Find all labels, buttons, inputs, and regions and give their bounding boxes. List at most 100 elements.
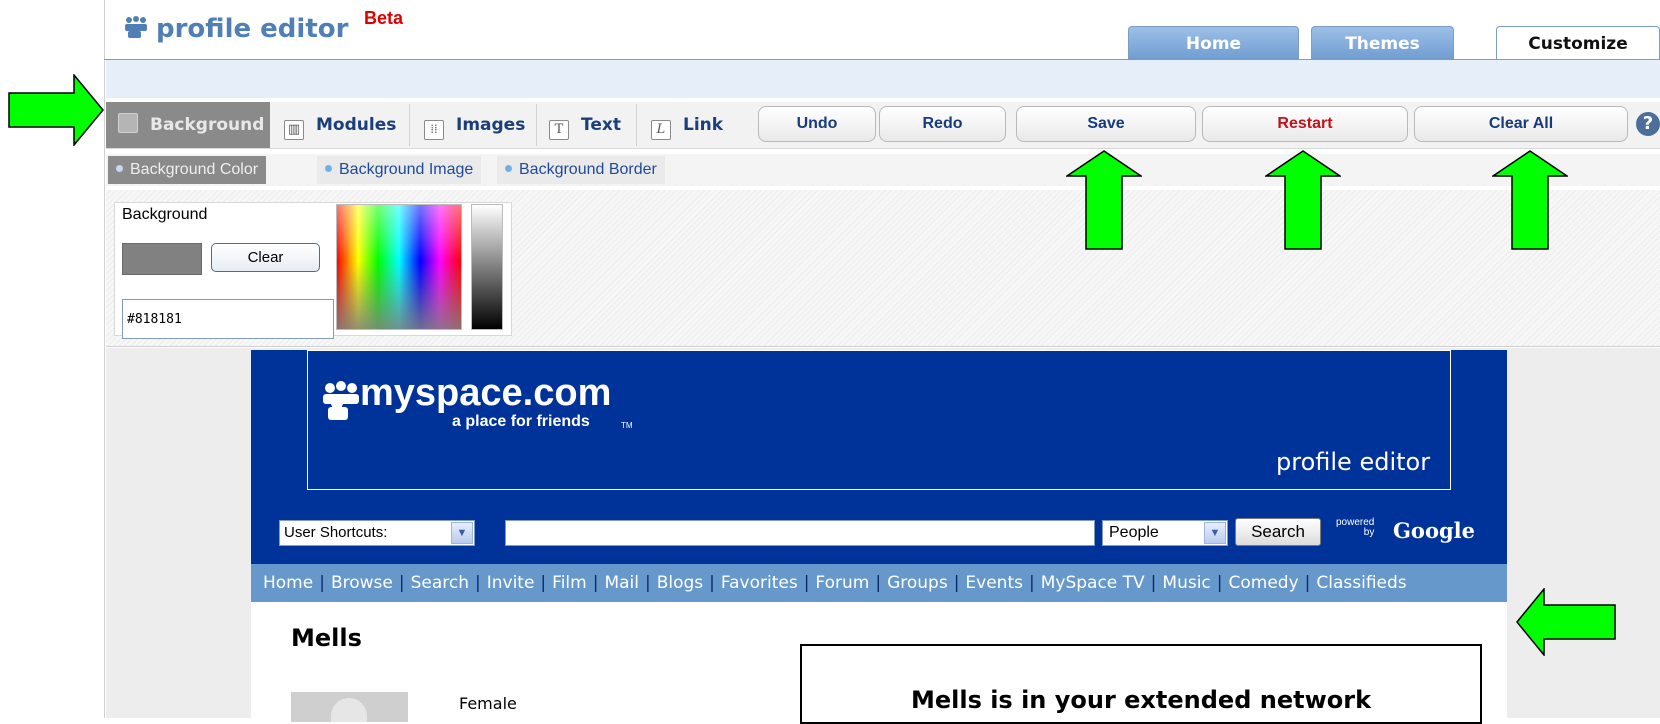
nav-link-browse[interactable]: Browse [331, 573, 393, 593]
nav-link-invite[interactable]: Invite [487, 573, 535, 593]
profile-name: Mells [291, 624, 362, 652]
app-title: profile editor [124, 14, 348, 45]
nav-link-favorites[interactable]: Favorites [721, 573, 798, 593]
header-band [106, 60, 1660, 98]
undo-button[interactable]: Undo [758, 106, 876, 142]
tab-customize[interactable]: Customize [1496, 26, 1660, 61]
avatar-silhouette [331, 698, 367, 722]
nav-separator: | [540, 573, 547, 593]
app-title-text: profile editor [156, 14, 349, 44]
search-button[interactable]: Search [1235, 518, 1321, 546]
myspace-logo-icon [322, 381, 362, 425]
nav-separator: | [1028, 573, 1035, 593]
subtab-background-border[interactable]: Background Border [497, 156, 665, 184]
tooltab-modules[interactable]: ▥ Modules [284, 102, 396, 148]
search-scope-value: People [1109, 524, 1159, 541]
nav-link-myspace-tv[interactable]: MySpace TV [1041, 573, 1145, 593]
up-arrow-icon [1066, 150, 1142, 250]
myspace-tagline: a place for friends [452, 413, 590, 430]
myspace-logo-text: myspace.com [360, 372, 612, 414]
beta-badge: Beta [364, 8, 404, 28]
up-arrow-icon [1265, 150, 1341, 250]
nav-separator: | [644, 573, 651, 593]
up-arrow-icon [1492, 150, 1568, 250]
color-spectrum-picker[interactable] [336, 204, 462, 330]
toolbar-separator [409, 104, 410, 146]
nav-link-search[interactable]: Search [411, 573, 469, 593]
tooltab-images[interactable]: ⁞⁞ Images [424, 102, 525, 148]
hex-color-input[interactable] [122, 299, 334, 339]
nav-separator: | [709, 573, 715, 593]
link-icon: L [651, 120, 671, 140]
subtab-label: Background Color [130, 161, 259, 178]
help-icon[interactable]: ? [1636, 112, 1660, 136]
nav-link-home[interactable]: Home [263, 573, 313, 593]
brightness-slider[interactable] [471, 204, 503, 330]
save-button[interactable]: Save [1016, 106, 1196, 142]
profile-gender: Female [459, 694, 517, 713]
color-swatch[interactable] [122, 243, 202, 275]
user-shortcuts-label: User Shortcuts: [284, 524, 388, 541]
chevron-down-icon: ▼ [451, 522, 473, 544]
tab-home[interactable]: Home [1128, 26, 1299, 60]
tooltab-link[interactable]: L Link [651, 102, 723, 148]
nav-link-film[interactable]: Film [552, 573, 587, 593]
nav-separator: | [398, 573, 405, 593]
tab-themes[interactable]: Themes [1311, 26, 1454, 60]
banner-profile-editor-label: profile editor [1276, 448, 1431, 476]
google-logo: Google [1393, 518, 1475, 543]
nav-separator: | [1304, 573, 1311, 593]
spectrum-shade [337, 205, 461, 329]
restart-button[interactable]: Restart [1202, 106, 1408, 142]
left-arrow-icon [1516, 588, 1616, 656]
text-icon: T [549, 120, 569, 140]
user-shortcuts-select[interactable]: User Shortcuts: ▼ [279, 520, 475, 546]
background-icon [118, 113, 138, 133]
redo-button[interactable]: Redo [879, 106, 1006, 142]
nav-separator: | [875, 573, 882, 593]
nav-separator: | [592, 573, 599, 593]
toolbar-separator [536, 104, 537, 146]
nav-link-blogs[interactable]: Blogs [657, 573, 703, 593]
search-scope-select[interactable]: People ▼ [1102, 520, 1228, 546]
nav-link-classifieds[interactable]: Classifieds [1316, 573, 1406, 593]
nav-link-music[interactable]: Music [1162, 573, 1210, 593]
tooltab-background[interactable]: Background [106, 102, 270, 148]
people-icon [124, 15, 148, 45]
search-input[interactable] [505, 520, 1095, 546]
nav-separator: | [1216, 573, 1223, 593]
tooltab-link-label: Link [683, 115, 724, 135]
extended-network-message: Mells is in your extended network [910, 686, 1372, 714]
tooltab-text[interactable]: T Text [549, 102, 621, 148]
tooltab-text-label: Text [581, 115, 621, 135]
bullet-icon [116, 165, 123, 172]
nav-link-groups[interactable]: Groups [887, 573, 948, 593]
nav-link-mail[interactable]: Mail [604, 573, 639, 593]
by-text: by [1363, 527, 1375, 538]
tooltab-background-label: Background [150, 115, 265, 135]
subtab-background-color[interactable]: Background Color [108, 156, 267, 184]
tooltab-images-label: Images [456, 115, 526, 135]
subtab-label: Background Border [519, 161, 657, 178]
myspace-nav-links: Home | Browse | Search | Invite | Film | Mail | Blog… [263, 564, 1407, 602]
page-gutter-divider [104, 0, 105, 718]
tooltab-modules-label: Modules [316, 115, 397, 135]
background-label: Background [122, 206, 208, 223]
clear-color-button[interactable]: Clear [211, 243, 320, 272]
bullet-icon [325, 165, 332, 172]
toolbar-separator [636, 104, 637, 146]
clear-all-button[interactable]: Clear All [1414, 106, 1628, 142]
nav-separator: | [474, 573, 481, 593]
bullet-icon [505, 165, 512, 172]
nav-separator: | [319, 573, 325, 593]
subtab-background-image[interactable]: Background Image [317, 156, 482, 184]
nav-separator: | [803, 573, 810, 593]
nav-link-forum[interactable]: Forum [815, 573, 869, 593]
modules-icon: ▥ [284, 120, 304, 140]
nav-link-events[interactable]: Events [965, 573, 1023, 593]
trademark-mark: TM [621, 421, 633, 430]
powered-by-label: powered by [1336, 518, 1374, 538]
nav-separator: | [1150, 573, 1157, 593]
nav-link-comedy[interactable]: Comedy [1229, 573, 1299, 593]
chevron-down-icon: ▼ [1204, 522, 1226, 544]
